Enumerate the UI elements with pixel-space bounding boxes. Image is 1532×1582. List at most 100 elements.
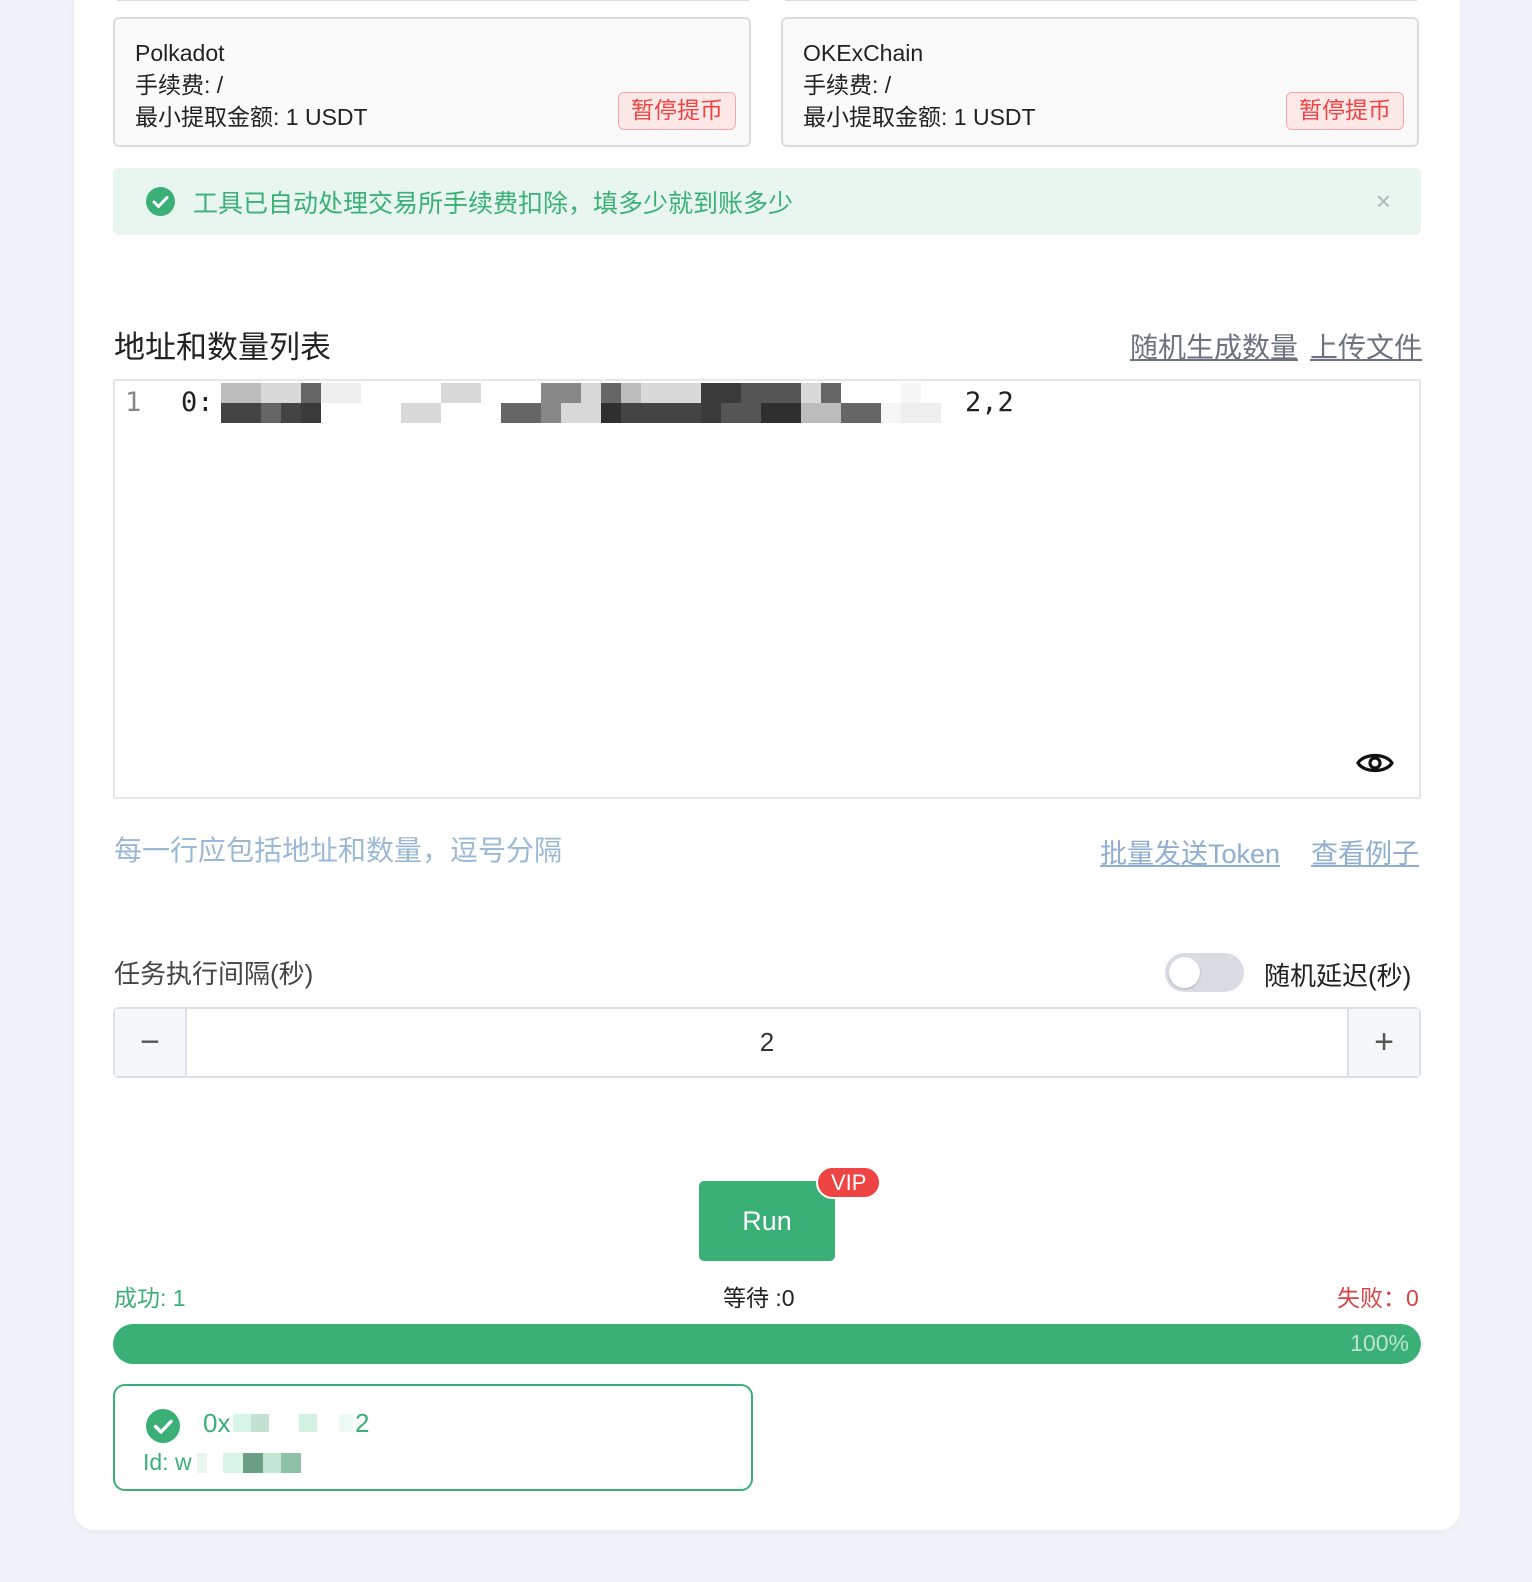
- progress-text: 100%: [1350, 1330, 1409, 1356]
- redaction-pixel: [481, 383, 501, 403]
- redaction-pixel: [521, 403, 541, 423]
- redaction-pixel: [921, 403, 941, 423]
- alert-message: 工具已自动处理交易所手续费扣除，填多少就到账多少: [193, 190, 794, 218]
- redaction-pixel: [941, 383, 961, 403]
- redaction-pixel: [861, 403, 881, 423]
- redaction-pixel: [221, 403, 241, 423]
- waiting-count: 等待 :0: [723, 1285, 795, 1311]
- redaction-pixel: [701, 403, 721, 423]
- redaction-block: [299, 1414, 317, 1432]
- redaction-pixel: [641, 403, 661, 423]
- redaction-pixel: [841, 403, 861, 423]
- progress-fill: 100%: [113, 1324, 1421, 1364]
- redaction-pixel: [261, 403, 281, 423]
- result-address-tail: 2: [355, 1408, 370, 1438]
- redaction-pixel: [861, 383, 881, 403]
- redaction-pixel: [501, 383, 521, 403]
- format-hint: 每一行应包括地址和数量，逗号分隔: [114, 835, 563, 866]
- withdraw-card-okexchain[interactable]: OKExChain 手续费: / 最小提取金额: 1 USDT 暂停提币: [781, 17, 1419, 147]
- result-id-label: Id: w: [143, 1449, 192, 1475]
- code-line-suffix: 2,2: [965, 387, 1014, 418]
- run-button[interactable]: Run: [699, 1181, 835, 1261]
- redaction-pixel: [281, 383, 301, 403]
- redaction-pixel: [741, 383, 761, 403]
- random-amount-link[interactable]: 随机生成数量: [1130, 326, 1298, 366]
- result-card[interactable]: 0x 2 Id: w: [113, 1384, 753, 1491]
- close-icon[interactable]: ×: [1376, 188, 1391, 214]
- vip-badge: VIP: [816, 1166, 882, 1199]
- redaction-pixel: [321, 403, 341, 423]
- random-delay-label: 随机延迟(秒): [1264, 961, 1412, 991]
- failed-count: 失败：0: [1337, 1285, 1419, 1311]
- redaction-pixel: [581, 403, 601, 423]
- redaction-pixel: [801, 383, 821, 403]
- eye-icon[interactable]: [1355, 745, 1395, 781]
- success-count: 成功: 1: [114, 1285, 186, 1311]
- redaction-pixel: [661, 403, 681, 423]
- redaction-pixel: [621, 383, 641, 403]
- redaction-block: [243, 1453, 263, 1473]
- redaction-pixel: [461, 383, 481, 403]
- redaction-pixel: [381, 403, 401, 423]
- redaction-pixel: [881, 383, 901, 403]
- redaction-pixel: [821, 383, 841, 403]
- redaction-pixel: [421, 403, 441, 423]
- redaction-pixel: [461, 403, 481, 423]
- redaction-pixel: [561, 383, 581, 403]
- redaction-pixel: [761, 383, 781, 403]
- redaction-pixel: [441, 403, 461, 423]
- redaction-pixel: [721, 403, 741, 423]
- view-example-link[interactable]: 查看例子: [1311, 832, 1419, 871]
- chain-name: OKExChain: [803, 40, 924, 66]
- increment-button[interactable]: +: [1347, 1009, 1419, 1076]
- redaction-block: [223, 1453, 243, 1473]
- redaction-block: [281, 1453, 301, 1473]
- redaction-pixel: [901, 403, 921, 423]
- decrement-button[interactable]: −: [115, 1009, 187, 1076]
- redaction-pixel: [841, 383, 861, 403]
- redaction-pixel: [701, 383, 721, 403]
- prev-card-edge: [117, 0, 749, 1]
- check-circle-icon: [146, 1409, 180, 1443]
- redaction-pixel: [661, 383, 681, 403]
- redaction-pixel: [221, 383, 241, 403]
- redaction-pixel: [541, 383, 561, 403]
- redaction-pixel: [881, 403, 901, 423]
- withdraw-card-polkadot[interactable]: Polkadot 手续费: / 最小提取金额: 1 USDT 暂停提币: [113, 17, 751, 147]
- redaction-pixel: [641, 383, 661, 403]
- redaction-pixel: [581, 383, 601, 403]
- redaction-block: [263, 1453, 281, 1473]
- redaction-pixel: [241, 383, 261, 403]
- redaction-pixel: [621, 403, 641, 423]
- status-badge: 暂停提币: [1286, 92, 1404, 130]
- redaction-pixel: [341, 383, 361, 403]
- redaction-pixel: [901, 383, 921, 403]
- redaction-pixel: [381, 383, 401, 403]
- redaction-pixel: [601, 403, 621, 423]
- redaction-pixel: [781, 383, 801, 403]
- progress-bar: 100%: [113, 1324, 1421, 1364]
- redaction-block: [197, 1453, 207, 1473]
- result-address: 0x 2: [203, 1408, 369, 1439]
- redaction-pixel: [801, 403, 821, 423]
- redaction-pixel: [921, 383, 941, 403]
- redaction-pixel: [421, 383, 441, 403]
- interval-label: 任务执行间隔(秒): [114, 959, 314, 989]
- redaction-pixel: [401, 383, 421, 403]
- redaction-pixel: [441, 383, 461, 403]
- redaction-block: [339, 1414, 353, 1432]
- line-number: 1: [125, 387, 142, 418]
- upload-file-link[interactable]: 上传文件: [1310, 326, 1422, 366]
- address-editor[interactable]: 1 0: 2,2: [113, 379, 1421, 799]
- redaction-pixel: [401, 403, 421, 423]
- redaction-pixel: [781, 403, 801, 423]
- redaction-pixel: [361, 403, 381, 423]
- redaction-pixel: [241, 403, 261, 423]
- interval-input[interactable]: [187, 1009, 1347, 1076]
- redaction-pixel: [821, 403, 841, 423]
- batch-send-token-link[interactable]: 批量发送Token: [1100, 832, 1280, 871]
- interval-stepper: − +: [113, 1007, 1421, 1078]
- random-delay-toggle[interactable]: [1165, 953, 1244, 992]
- redaction-pixel: [601, 383, 621, 403]
- redaction-pixel: [521, 383, 541, 403]
